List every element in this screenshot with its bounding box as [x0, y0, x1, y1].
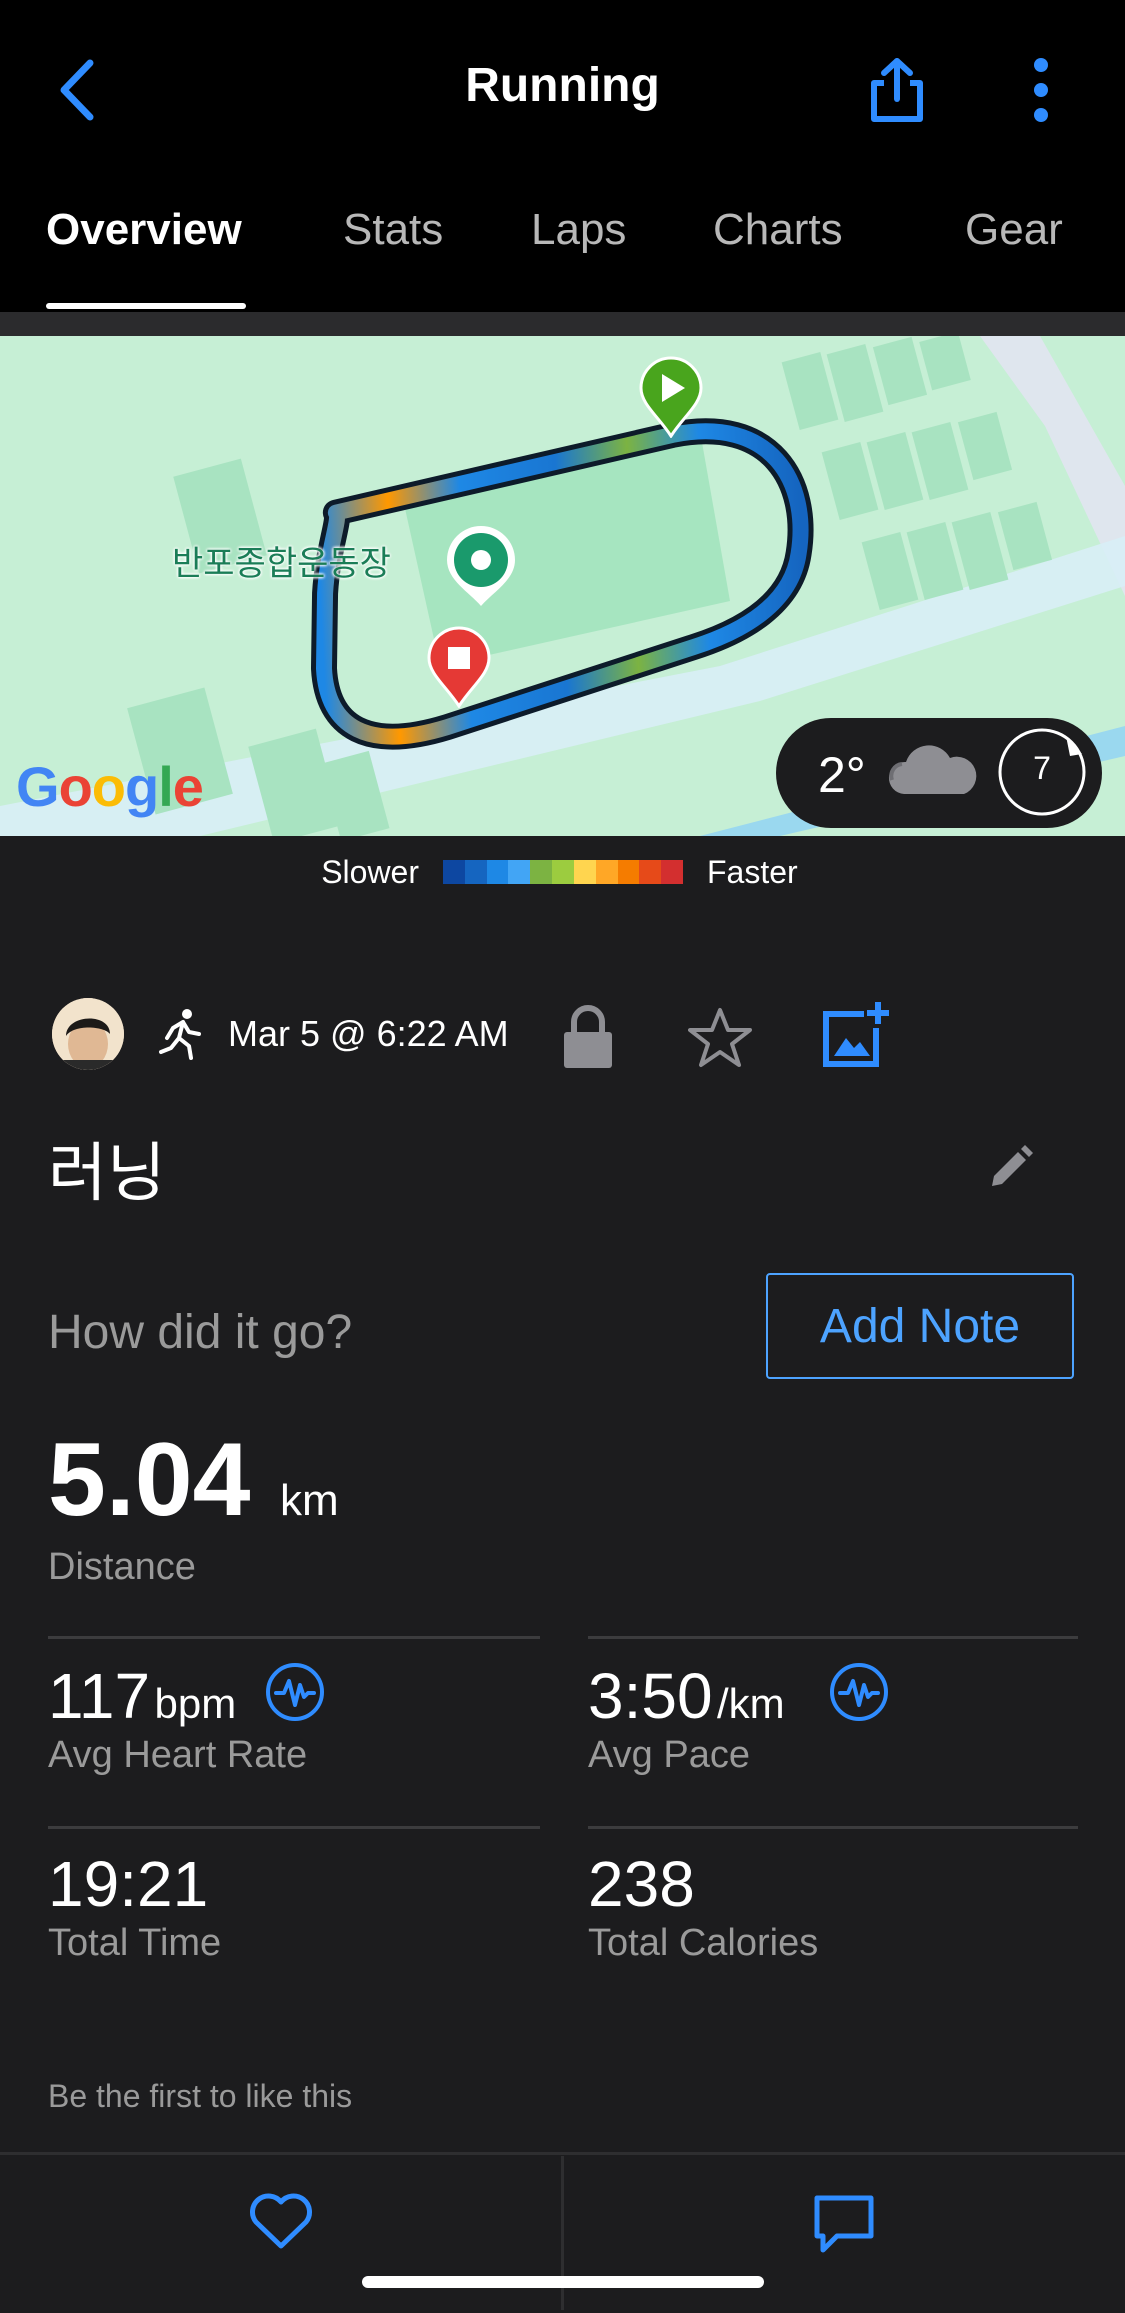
more-options-icon[interactable] [1020, 55, 1062, 125]
activity-date: Mar 5 @ 6:22 AM [228, 1013, 509, 1054]
home-indicator [362, 2276, 764, 2288]
legend-faster-label: Faster [707, 854, 798, 890]
tab-overview[interactable]: Overview [46, 205, 242, 255]
avatar[interactable] [52, 998, 124, 1070]
stat-divider [588, 1826, 1078, 1829]
page-title: Running [465, 59, 660, 112]
google-logo: Google [16, 755, 204, 818]
temperature: 2° [818, 747, 866, 803]
total-time-value: 19:21 [48, 1848, 209, 1920]
legend-slower-label: Slower [321, 854, 419, 890]
legend-color-swatch [508, 860, 531, 884]
stat-divider [48, 1826, 540, 1829]
legend-color-swatch [639, 860, 662, 884]
legend-color-swatch [595, 860, 618, 884]
share-icon[interactable] [862, 55, 932, 125]
header-divider [0, 312, 1125, 336]
legend-color-swatch [552, 860, 574, 884]
heart-rate-unit: bpm [154, 1680, 237, 1727]
wind-indicator: 7 [996, 726, 1088, 818]
pace-legend: Slower Faster [0, 836, 1125, 916]
pace-chart-icon[interactable] [828, 1661, 890, 1723]
wind-speed: 7 [1033, 750, 1051, 786]
legend-color-scale [443, 860, 683, 884]
heart-icon[interactable] [248, 2192, 314, 2250]
heart-rate-value: 117 [48, 1660, 151, 1732]
pace-unit: /km [717, 1680, 785, 1727]
legend-color-swatch [530, 860, 553, 884]
legend-color-swatch [617, 860, 640, 884]
pace-value: 3:50 [588, 1660, 713, 1732]
start-marker-icon[interactable] [638, 356, 704, 438]
legend-color-swatch [661, 860, 683, 884]
cloud-icon [888, 745, 977, 794]
legend-color-swatch [443, 860, 465, 884]
legend-color-swatch [573, 860, 596, 884]
comment-icon[interactable] [813, 2194, 875, 2254]
app-header: Running Overview Stats Laps Charts Gear [0, 0, 1125, 312]
lock-icon[interactable] [560, 1002, 616, 1070]
stat-divider [48, 1636, 540, 1639]
distance-label: Distance [48, 1546, 196, 1588]
weather-widget[interactable]: 2° 7 [776, 718, 1102, 828]
avatar-image [52, 998, 124, 1070]
tab-laps[interactable]: Laps [531, 205, 626, 255]
active-tab-indicator [46, 303, 246, 309]
activity-name: 러닝 [48, 1137, 166, 1209]
pace-label: Avg Pace [588, 1734, 750, 1776]
star-icon[interactable] [688, 1006, 752, 1068]
note-prompt: How did it go? [48, 1306, 353, 1359]
legend-color-swatch [464, 860, 487, 884]
distance-value: 5.04 [48, 1422, 251, 1538]
total-calories-value: 238 [588, 1848, 695, 1920]
stat-divider [588, 1636, 1078, 1639]
map-place-label: 반포종합운동장 [172, 545, 391, 583]
legend-color-swatch [486, 860, 509, 884]
heart-rate-chart-icon[interactable] [264, 1661, 326, 1723]
avg-heart-rate-stat[interactable]: 117 bpm [48, 1664, 236, 1728]
tab-charts[interactable]: Charts [713, 205, 843, 255]
finish-marker-icon[interactable] [426, 626, 492, 708]
likes-text: Be the first to like this [48, 2078, 353, 2114]
add-photo-icon[interactable] [820, 998, 892, 1070]
tab-stats[interactable]: Stats [343, 205, 443, 255]
edit-pencil-icon[interactable] [988, 1144, 1034, 1190]
tab-gear[interactable]: Gear [965, 205, 1063, 255]
heart-rate-label: Avg Heart Rate [48, 1734, 308, 1776]
add-note-button[interactable]: Add Note [766, 1273, 1074, 1379]
running-activity-icon [159, 1009, 201, 1060]
total-calories-label: Total Calories [588, 1922, 819, 1964]
avg-pace-stat[interactable]: 3:50 /km [588, 1664, 785, 1728]
distance-unit: km [280, 1476, 339, 1525]
total-time-label: Total Time [48, 1922, 222, 1964]
place-pin-icon[interactable] [443, 522, 519, 608]
route-map[interactable]: 반포종합운동장 Google 2° 7 [0, 336, 1125, 836]
